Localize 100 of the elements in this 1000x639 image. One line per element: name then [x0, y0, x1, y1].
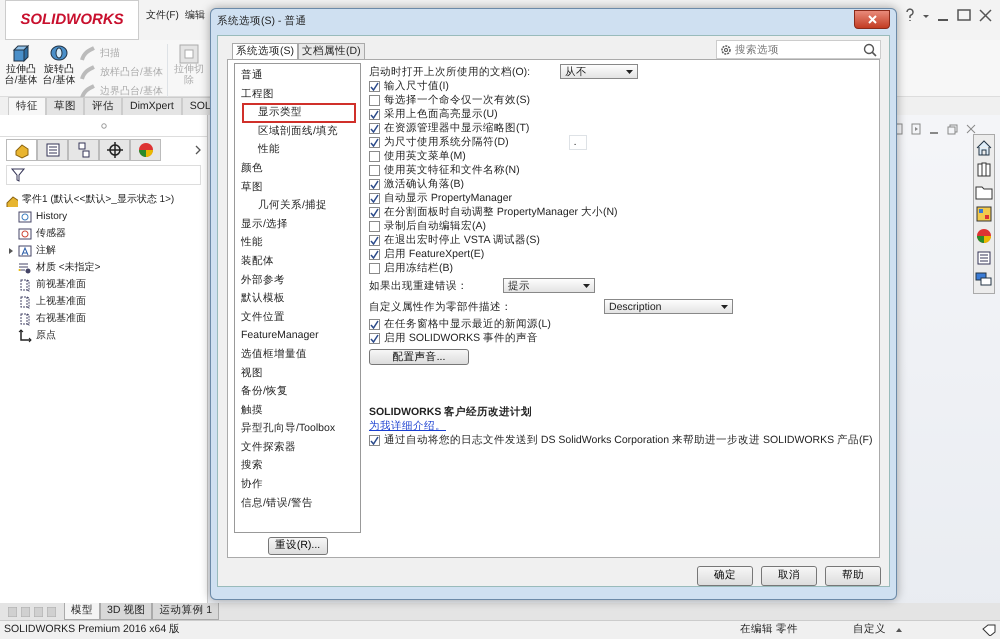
search-icon[interactable] [863, 43, 877, 57]
close-icon[interactable] [966, 124, 976, 134]
tree-item[interactable]: 注解 [36, 243, 56, 258]
category-item[interactable]: 显示类型 [242, 103, 356, 123]
checkbox-label[interactable]: 在分割面板时自动调整 PropertyManager 大小(N) [384, 205, 618, 219]
category-item[interactable]: 区域剖面线/填充 [242, 122, 356, 142]
checkbox-label[interactable]: 在退出宏时停止 VSTA 调试器(S) [384, 233, 540, 247]
help-button[interactable]: 帮助 [825, 566, 881, 586]
search-field[interactable]: 搜索选项 [716, 40, 881, 59]
checkbox-label[interactable]: 采用上色面高亮显示(U) [384, 107, 498, 121]
tree-item[interactable]: 零件1 (默认<<默认>_显示状态 1>) [22, 192, 174, 207]
checkbox[interactable] [369, 434, 380, 446]
checkbox[interactable] [369, 220, 380, 232]
category-item[interactable]: 显示/选择 [239, 214, 356, 234]
cylinders-icon[interactable] [975, 161, 993, 179]
checkbox-label[interactable]: 启用 FeatureXpert(E) [384, 247, 484, 261]
ok-button[interactable]: 确定 [697, 566, 753, 586]
dropdown[interactable]: Description [604, 299, 733, 314]
dropdown[interactable]: 从不 [560, 64, 638, 79]
tree-item[interactable]: History [36, 209, 68, 224]
category-item[interactable]: 备份/恢复 [239, 382, 356, 402]
panel-tab[interactable] [37, 139, 68, 161]
checkbox[interactable] [369, 178, 380, 190]
category-item[interactable]: 文件位置 [239, 308, 356, 328]
checkbox[interactable] [369, 248, 380, 260]
chevron-right-icon[interactable] [195, 145, 201, 155]
checkbox[interactable] [369, 150, 380, 162]
tree-item[interactable]: 上视基准面 [36, 294, 86, 309]
checkbox[interactable] [369, 108, 380, 120]
checkbox-label[interactable]: 启用冻结栏(B) [384, 261, 453, 275]
checkbox-label[interactable]: 自动显示 PropertyManager [384, 191, 512, 205]
category-item[interactable]: FeatureManager [239, 326, 356, 346]
help-icon[interactable] [905, 8, 915, 22]
filter-icon[interactable] [11, 168, 25, 182]
checkbox-label[interactable]: 输入尺寸值(I) [384, 79, 449, 93]
reset-button[interactable]: 重设(R)... [268, 537, 328, 555]
category-item[interactable]: 文件探索器 [239, 438, 356, 458]
command-tab[interactable]: DimXpert [122, 97, 182, 115]
extrude-icon[interactable] [11, 44, 31, 64]
checkbox[interactable] [369, 122, 380, 134]
tag-icon[interactable] [982, 624, 996, 636]
learn-more-link[interactable]: 为我详细介绍。 [369, 420, 446, 432]
category-item[interactable]: 草图 [239, 178, 356, 198]
checkbox-label[interactable]: 为尺寸使用系统分隔符(D) [384, 135, 509, 149]
sheet-tab[interactable]: 模型 [64, 603, 100, 620]
category-item[interactable]: 选值框增量值 [239, 344, 356, 364]
panel-tab[interactable] [99, 139, 130, 161]
checkbox-label[interactable]: 激活确认角落(B) [384, 177, 464, 191]
category-item[interactable]: 性能 [242, 140, 356, 160]
tree-item[interactable]: 传感器 [36, 226, 66, 241]
command-tab[interactable]: 特征 [8, 97, 46, 115]
checkbox[interactable] [369, 192, 380, 204]
configure-sounds-button[interactable]: 配置声音... [369, 349, 469, 365]
palette-icon[interactable] [975, 205, 993, 223]
checkbox[interactable] [369, 262, 380, 274]
category-item[interactable]: 普通 [239, 66, 356, 86]
checkbox-label[interactable]: 通过自动将您的日志文件发送到 DS SolidWorks Corporation 来帮助进一步改进 SOLIDWORKS 产品(F) [384, 433, 872, 447]
home-icon[interactable] [975, 139, 993, 157]
checkbox-label[interactable]: 在资源管理器中显示缩略图(T) [384, 121, 530, 135]
tree-item[interactable]: 右视基准面 [36, 311, 86, 326]
checkbox-label[interactable]: 在任务窗格中显示最近的新闻源(L) [384, 317, 551, 331]
dialog-tab[interactable]: 系统选项(S) [232, 43, 298, 59]
category-item[interactable]: 视图 [239, 364, 356, 384]
category-item[interactable]: 装配体 [239, 252, 356, 272]
checkbox[interactable] [369, 136, 380, 148]
tree-item[interactable]: 前视基准面 [36, 277, 86, 292]
sheet-tab[interactable]: 3D 视图 [100, 603, 152, 620]
restore-icon[interactable] [947, 124, 958, 134]
settings-icon[interactable] [720, 44, 732, 56]
sheet-tab[interactable]: 运动算例 1 [152, 603, 220, 620]
close-icon[interactable] [979, 8, 992, 22]
checkbox[interactable] [369, 206, 380, 218]
checkbox[interactable] [369, 318, 380, 330]
category-item[interactable]: 异型孔向导/Toolbox [239, 419, 356, 439]
tree-item[interactable]: 材质 <未指定> [36, 260, 100, 275]
category-item[interactable]: 几何关系/捕捉 [242, 196, 356, 216]
checkbox-label[interactable]: 使用英文特征和文件名称(N) [384, 163, 520, 177]
close-button[interactable] [854, 10, 890, 28]
checkbox[interactable] [369, 332, 380, 344]
grip-icon[interactable] [100, 122, 106, 128]
category-item[interactable]: 信息/错误/警告 [239, 494, 356, 514]
checkbox[interactable] [369, 94, 380, 106]
category-item[interactable]: 默认模板 [239, 289, 356, 309]
category-item[interactable]: 外部参考 [239, 270, 356, 290]
menu-item[interactable]: 文件(F) [143, 8, 182, 23]
ribbon-button[interactable]: 旋转凸 台/基体 [42, 44, 76, 86]
checkbox[interactable] [369, 164, 380, 176]
tree-item[interactable]: 原点 [36, 328, 56, 343]
category-item[interactable]: 工程图 [239, 84, 356, 104]
checkbox[interactable] [369, 234, 380, 246]
command-tab[interactable]: 草图 [46, 97, 84, 115]
maximize-icon[interactable] [957, 8, 971, 22]
checkbox-label[interactable]: 录制后自动编辑宏(A) [384, 219, 486, 233]
color-wheel-icon[interactable] [975, 227, 993, 245]
dialog-tab[interactable]: 文档属性(D) [298, 43, 365, 59]
checkbox-label[interactable]: 每选择一个命令仅一次有效(S) [384, 93, 530, 107]
category-item[interactable]: 协作 [239, 475, 356, 495]
category-item[interactable]: 颜色 [239, 158, 356, 179]
ribbon-button[interactable]: 拉伸凸 台/基体 [4, 44, 38, 86]
category-item[interactable]: 性能 [239, 233, 356, 253]
